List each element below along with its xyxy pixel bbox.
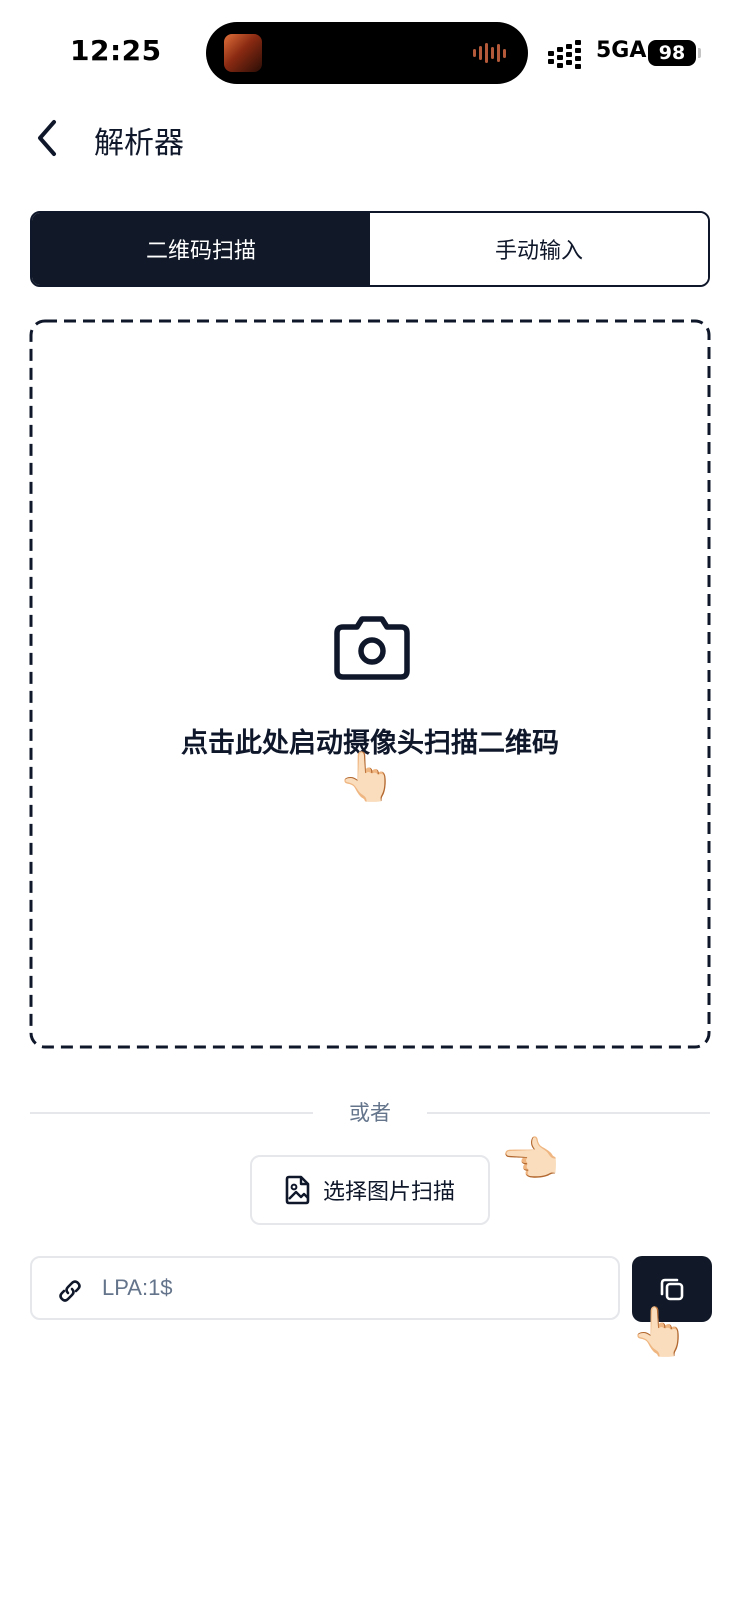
dynamic-island[interactable] [206,22,528,84]
tab-qr-scan[interactable]: 二维码扫描 [32,213,370,285]
link-icon [59,1280,81,1302]
divider-label: 或者 [349,1101,391,1125]
divider-line-left [30,1112,313,1114]
lpa-input-field[interactable] [30,1256,620,1320]
camera-icon [334,616,410,680]
pointing-up-hand-icon-2: 👆🏻 [630,1304,690,1360]
camera-scan-area[interactable]: 点击此处启动摄像头扫描二维码 👆🏻 [29,319,711,1049]
chevron-left-icon [38,120,56,156]
back-button[interactable] [30,114,70,162]
audio-waveform-icon [473,42,506,64]
page-title: 解析器 [94,126,184,161]
status-bar: 12:25 5GA 98 [0,0,740,100]
now-playing-art [224,34,262,72]
mode-tabs: 二维码扫描 手动输入 [30,211,710,287]
choose-image-label: 选择图片扫描 [322,1180,455,1205]
choose-image-scan-button[interactable]: 选择图片扫描 [250,1155,490,1225]
dashed-border [29,319,711,1049]
battery-icon: 98 [648,40,696,66]
pointing-up-hand-icon: 👆🏻 [337,749,397,805]
network-type: 5GA [596,38,647,63]
signal-icon [548,40,581,69]
lpa-input[interactable] [102,1266,602,1310]
status-time: 12:25 [70,34,162,67]
copy-icon [660,1278,684,1301]
pointing-left-hand-icon: 👈🏻 [500,1132,560,1188]
tab-manual-input[interactable]: 手动输入 [370,213,708,285]
battery-nub [698,48,701,58]
image-file-icon [285,1175,310,1205]
divider-line-right [427,1112,710,1114]
